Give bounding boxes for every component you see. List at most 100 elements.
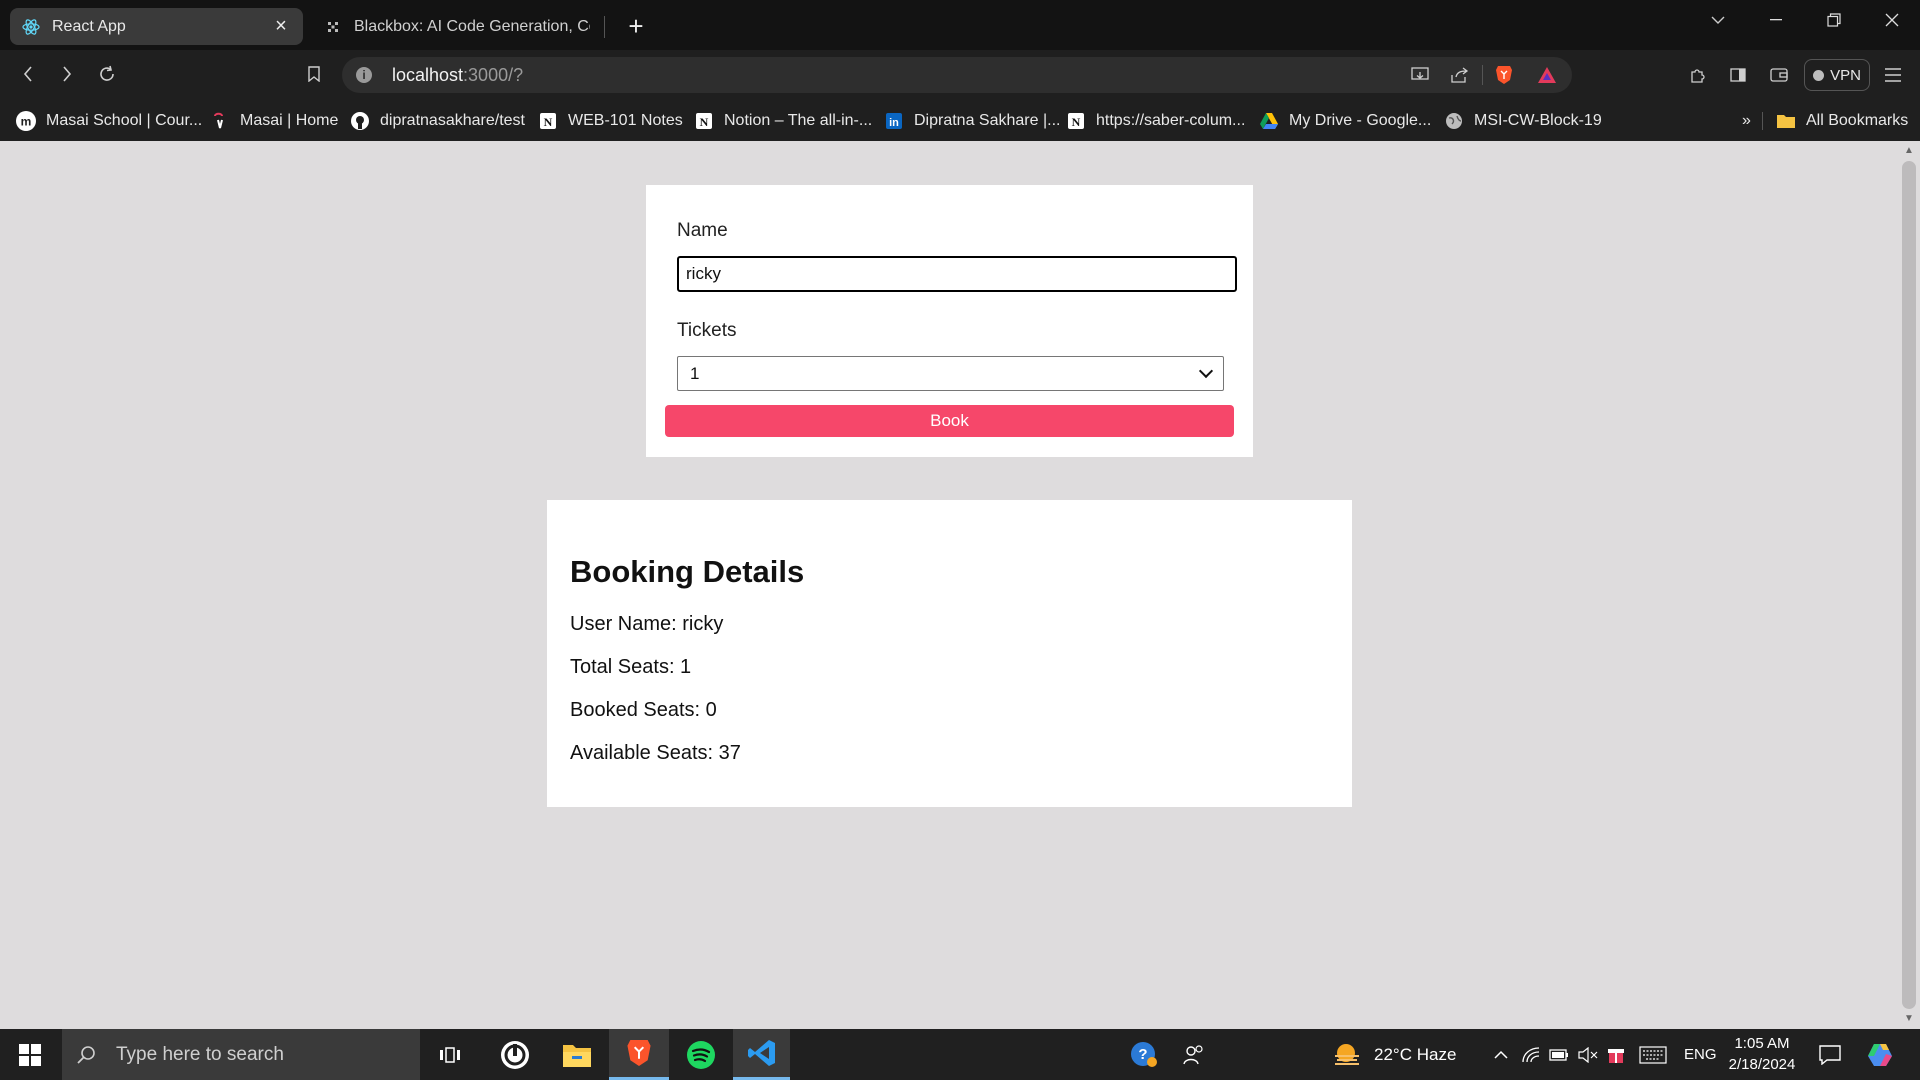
app-icon-circle[interactable] bbox=[490, 1029, 540, 1080]
page-scrollbar[interactable]: ▲ ▼ bbox=[1898, 141, 1920, 1029]
bookmark-github[interactable]: dipratnasakhare/test bbox=[350, 108, 525, 134]
close-window-icon[interactable] bbox=[1864, 0, 1920, 40]
bookmark-saber[interactable]: N https://saber-colum... bbox=[1066, 108, 1245, 134]
battery-icon[interactable] bbox=[1546, 1029, 1572, 1080]
windows-start-icon[interactable] bbox=[0, 1029, 60, 1080]
scroll-up-icon[interactable]: ▲ bbox=[1904, 145, 1914, 156]
masai-home-icon bbox=[210, 111, 230, 131]
brave-rewards-icon[interactable] bbox=[1535, 63, 1559, 87]
globe-icon bbox=[1444, 111, 1464, 131]
file-explorer-icon[interactable] bbox=[552, 1029, 602, 1080]
bookmark-linkedin[interactable]: in Dipratna Sakhare |... bbox=[884, 108, 1060, 134]
total-seats-row: Total Seats: 1 bbox=[570, 656, 692, 678]
share-icon[interactable] bbox=[1448, 63, 1472, 87]
reload-icon[interactable] bbox=[93, 60, 121, 88]
tab-title: Blackbox: AI Code Generation, Code bbox=[354, 17, 590, 35]
keyboard-icon[interactable] bbox=[1636, 1029, 1670, 1080]
clock-time: 1:05 AM bbox=[1734, 1035, 1790, 1052]
bookmark-label: dipratnasakhare/test bbox=[380, 112, 525, 129]
brave-shields-icon[interactable] bbox=[1492, 63, 1516, 87]
booking-details-title: Booking Details bbox=[570, 554, 805, 589]
weather-widget[interactable]: 22°C Haze bbox=[1332, 1029, 1456, 1080]
site-info-icon[interactable]: i bbox=[356, 67, 372, 83]
bookmarks-overflow[interactable]: » bbox=[1742, 108, 1751, 134]
url-host: localhost bbox=[392, 64, 464, 85]
spotify-icon[interactable] bbox=[676, 1029, 726, 1080]
bookmark-label: WEB-101 Notes bbox=[568, 112, 683, 129]
tab-react-app[interactable]: React App × bbox=[10, 8, 303, 45]
bookmark-label: My Drive - Google... bbox=[1289, 112, 1432, 129]
bookmark-masai-school[interactable]: m Masai School | Cour... bbox=[16, 108, 202, 134]
restore-icon[interactable] bbox=[1806, 0, 1862, 40]
url-path: :3000/? bbox=[463, 64, 524, 85]
svg-text:N: N bbox=[700, 115, 709, 129]
new-tab-button[interactable]: + bbox=[620, 10, 652, 42]
tab-strip: React App × Blackbox: AI Code Generation… bbox=[0, 0, 1920, 50]
bookmark-google-drive[interactable]: My Drive - Google... bbox=[1259, 108, 1431, 134]
masai-icon: m bbox=[16, 111, 36, 131]
security-icon[interactable] bbox=[1603, 1029, 1629, 1080]
svg-text:m: m bbox=[21, 115, 32, 129]
overflow-chevron-icon: » bbox=[1742, 112, 1751, 129]
react-icon bbox=[22, 18, 40, 36]
forward-icon[interactable] bbox=[53, 60, 81, 88]
booking-form: Name Tickets 1 Book bbox=[646, 185, 1253, 457]
vpn-button[interactable]: VPN bbox=[1804, 59, 1870, 91]
bookmark-msi[interactable]: MSI-CW-Block-19 bbox=[1444, 108, 1602, 134]
github-icon bbox=[350, 111, 370, 131]
bookmark-web101[interactable]: N WEB-101 Notes bbox=[538, 108, 683, 134]
booking-details-card: Booking Details User Name: ricky Total S… bbox=[547, 500, 1352, 807]
browser-chrome: React App × Blackbox: AI Code Generation… bbox=[0, 0, 1920, 141]
tab-search-chevron-icon[interactable] bbox=[1690, 0, 1746, 40]
vscode-icon[interactable] bbox=[733, 1029, 790, 1080]
bookmark-masai-home[interactable]: Masai | Home bbox=[210, 108, 338, 134]
vpn-label: VPN bbox=[1830, 66, 1861, 84]
bookmark-notion[interactable]: N Notion – The all-in-... bbox=[694, 108, 872, 134]
all-bookmarks-button[interactable]: All Bookmarks bbox=[1776, 108, 1908, 134]
task-view-icon[interactable] bbox=[428, 1029, 472, 1080]
tickets-select[interactable]: 1 bbox=[677, 356, 1224, 391]
minimize-icon[interactable] bbox=[1748, 0, 1804, 40]
book-button[interactable]: Book bbox=[665, 405, 1234, 437]
help-icon[interactable]: ? bbox=[1126, 1029, 1162, 1080]
back-icon[interactable] bbox=[14, 60, 42, 88]
brave-browser-icon[interactable] bbox=[609, 1029, 669, 1080]
wifi-icon[interactable] bbox=[1518, 1029, 1544, 1080]
notion-icon: N bbox=[694, 111, 714, 131]
tab-blackbox[interactable]: Blackbox: AI Code Generation, Code bbox=[312, 8, 602, 45]
address-bar[interactable]: i localhost :3000/? bbox=[342, 57, 1572, 93]
bookmark-label: https://saber-colum... bbox=[1096, 112, 1246, 129]
chevron-down-icon bbox=[1198, 363, 1214, 379]
wallet-icon[interactable] bbox=[1766, 62, 1792, 88]
bookmark-label: Dipratna Sakhare |... bbox=[914, 112, 1061, 129]
close-tab-icon[interactable]: × bbox=[271, 15, 291, 38]
name-input[interactable] bbox=[677, 256, 1237, 292]
bookmark-icon[interactable] bbox=[300, 60, 328, 88]
extensions-icon[interactable] bbox=[1685, 62, 1711, 88]
google-drive-icon bbox=[1259, 111, 1279, 131]
taskbar-clock[interactable]: 1:05 AM 2/18/2024 bbox=[1722, 1033, 1802, 1075]
bookmark-label: MSI-CW-Block-19 bbox=[1474, 112, 1602, 129]
scroll-down-icon[interactable]: ▼ bbox=[1904, 1013, 1914, 1024]
taskbar-search[interactable]: Type here to search bbox=[62, 1029, 420, 1080]
bookmark-label: Notion – The all-in-... bbox=[724, 112, 873, 129]
people-icon[interactable] bbox=[1176, 1029, 1212, 1080]
user-name-row: User Name: ricky bbox=[570, 613, 724, 635]
chevron-up-icon[interactable] bbox=[1488, 1029, 1514, 1080]
install-app-icon[interactable] bbox=[1408, 63, 1432, 87]
language-indicator[interactable]: ENG bbox=[1684, 1029, 1717, 1080]
tickets-label: Tickets bbox=[677, 320, 737, 341]
scrollbar-thumb[interactable] bbox=[1902, 161, 1916, 1009]
folder-icon bbox=[1776, 111, 1796, 131]
blackbox-icon bbox=[324, 18, 342, 36]
vpn-status-icon bbox=[1813, 69, 1825, 81]
menu-icon[interactable] bbox=[1880, 62, 1906, 88]
copilot-icon[interactable] bbox=[1862, 1029, 1898, 1080]
omnibox-divider bbox=[1482, 65, 1483, 85]
sidebar-icon[interactable] bbox=[1725, 62, 1751, 88]
search-placeholder: Type here to search bbox=[116, 1043, 284, 1065]
booked-seats-row: Booked Seats: 0 bbox=[570, 699, 717, 721]
volume-muted-icon[interactable] bbox=[1575, 1029, 1601, 1080]
svg-text:N: N bbox=[1072, 115, 1081, 129]
notifications-icon[interactable] bbox=[1812, 1029, 1848, 1080]
